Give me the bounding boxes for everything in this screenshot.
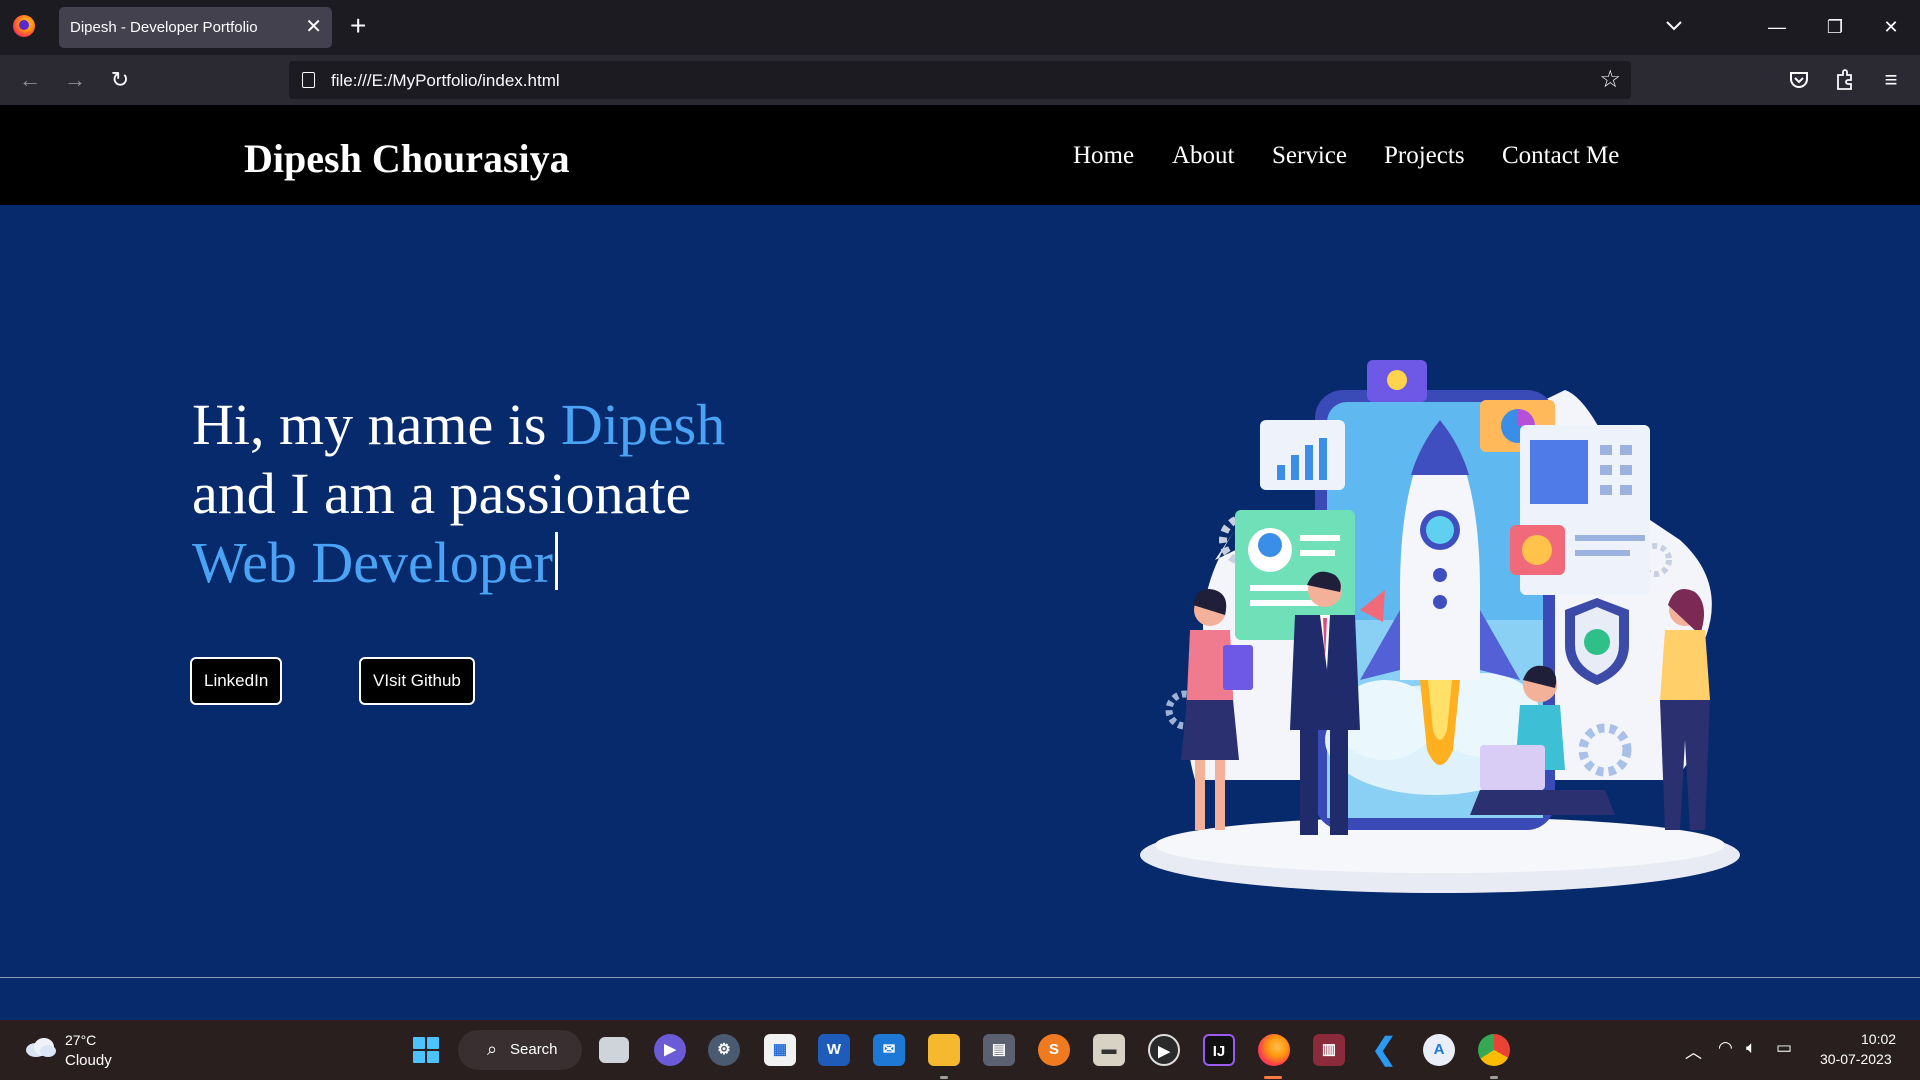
battery-icon[interactable]: ▭ (1776, 1038, 1792, 1058)
site-header: Dipesh Chourasiya Home About Service Pro… (0, 105, 1920, 205)
github-button[interactable]: VIsit Github (359, 657, 475, 705)
nav-link-home[interactable]: Home (1073, 142, 1134, 170)
wifi-icon[interactable]: ◠ (1718, 1038, 1733, 1058)
browser-tab-bar: Dipesh - Developer Portfolio ✕ + — ❐ ✕ (0, 0, 1920, 55)
task-view-icon[interactable] (599, 1037, 629, 1063)
taskbar-search-button[interactable]: ⌕ Search (458, 1030, 582, 1070)
meet-camera-icon[interactable]: ▶ (654, 1034, 686, 1066)
hero-line1-prefix: Hi, my name is (192, 392, 561, 457)
vscode-icon[interactable]: ❮ (1368, 1034, 1400, 1066)
hero-illustration (1140, 360, 1740, 893)
browser-tab-active[interactable]: Dipesh - Developer Portfolio ✕ (59, 7, 332, 48)
file-explorer-folder-icon[interactable] (928, 1034, 960, 1066)
nav-link-about[interactable]: About (1172, 142, 1235, 170)
close-window-button[interactable]: ✕ (1868, 10, 1914, 44)
active-app-indicator (1264, 1076, 1282, 1079)
cloudy-weather-icon[interactable] (24, 1036, 56, 1058)
nav-link-service[interactable]: Service (1272, 142, 1347, 170)
list-all-tabs-chevron-icon[interactable] (1665, 16, 1683, 34)
address-bar[interactable]: file:///E:/MyPortfolio/index.html ☆ (289, 61, 1631, 99)
tab-close-icon[interactable]: ✕ (305, 15, 322, 39)
windows-taskbar: 27°C Cloudy ⌕ Search ▶ ⚙ ▦ W ✉ ▤ S ▬ ▶ I… (0, 1020, 1920, 1080)
running-indicator (1490, 1076, 1498, 1079)
pocket-icon[interactable] (1788, 69, 1810, 91)
search-label: Search (510, 1041, 558, 1058)
clock-date[interactable]: 30-07-2023 (1820, 1051, 1892, 1067)
winrar-icon[interactable]: ▥ (1313, 1034, 1345, 1066)
app-installer-icon[interactable]: A (1423, 1034, 1455, 1066)
show-hidden-icons-chevron-icon[interactable]: ︿ (1685, 1038, 1702, 1063)
new-tab-button[interactable]: + (350, 11, 366, 41)
firefox-logo-icon[interactable] (13, 15, 35, 37)
clock-time[interactable]: 10:02 (1861, 1031, 1896, 1047)
hero-role: Web Developer (192, 530, 553, 595)
page-icon (302, 72, 315, 88)
intellij-idea-icon[interactable]: IJ (1203, 1034, 1235, 1066)
reload-icon[interactable]: ↻ (107, 67, 133, 93)
hero-name: Dipesh (560, 392, 726, 457)
nav-link-contact[interactable]: Contact Me (1502, 142, 1619, 170)
url-text[interactable]: file:///E:/MyPortfolio/index.html (331, 71, 560, 91)
typing-cursor (554, 532, 558, 590)
firefox-taskbar-icon[interactable] (1258, 1034, 1290, 1066)
hero-line2: and I am a passionate (192, 461, 692, 526)
sublime-text-icon[interactable]: S (1038, 1034, 1070, 1066)
minimize-window-button[interactable]: — (1754, 10, 1800, 44)
mail-icon[interactable]: ✉ (873, 1034, 905, 1066)
settings-gear-icon[interactable]: ⚙ (708, 1034, 740, 1066)
restore-window-button[interactable]: ❐ (1812, 10, 1858, 44)
site-brand[interactable]: Dipesh Chourasiya (244, 135, 570, 182)
linkedin-button[interactable]: LinkedIn (190, 657, 283, 705)
back-arrow-icon[interactable]: ← (17, 67, 43, 93)
extensions-puzzle-icon[interactable] (1834, 68, 1856, 92)
windows-start-icon[interactable] (413, 1037, 440, 1064)
volume-icon[interactable]: 🔈︎ (1746, 1038, 1756, 1058)
search-icon: ⌕ (487, 1039, 498, 1059)
hero-section: Hi, my name is Dipesh and I am a passion… (0, 205, 1920, 977)
bookmark-star-icon[interactable]: ☆ (1599, 66, 1621, 94)
weather-temperature[interactable]: 27°C (65, 1032, 96, 1048)
app-menu-hamburger-icon[interactable]: ≡ (1878, 67, 1904, 93)
browser-nav-bar: ← → ↻ file:///E:/MyPortfolio/index.html … (0, 55, 1920, 105)
calculator-icon[interactable]: ▤ (983, 1034, 1015, 1066)
running-indicator (940, 1076, 948, 1079)
microsoft-store-icon[interactable]: ▦ (764, 1034, 796, 1066)
chrome-icon[interactable] (1478, 1034, 1510, 1066)
weather-condition[interactable]: Cloudy (65, 1052, 112, 1069)
tab-title: Dipesh - Developer Portfolio (70, 19, 258, 36)
nav-link-projects[interactable]: Projects (1384, 142, 1465, 170)
hero-headline: Hi, my name is Dipesh and I am a passion… (192, 390, 892, 597)
word-icon[interactable]: W (818, 1034, 850, 1066)
forward-arrow-icon[interactable]: → (62, 67, 88, 93)
archive-icon[interactable]: ▬ (1093, 1034, 1125, 1066)
next-section (0, 978, 1920, 1020)
media-player-icon[interactable]: ▶ (1148, 1034, 1180, 1066)
